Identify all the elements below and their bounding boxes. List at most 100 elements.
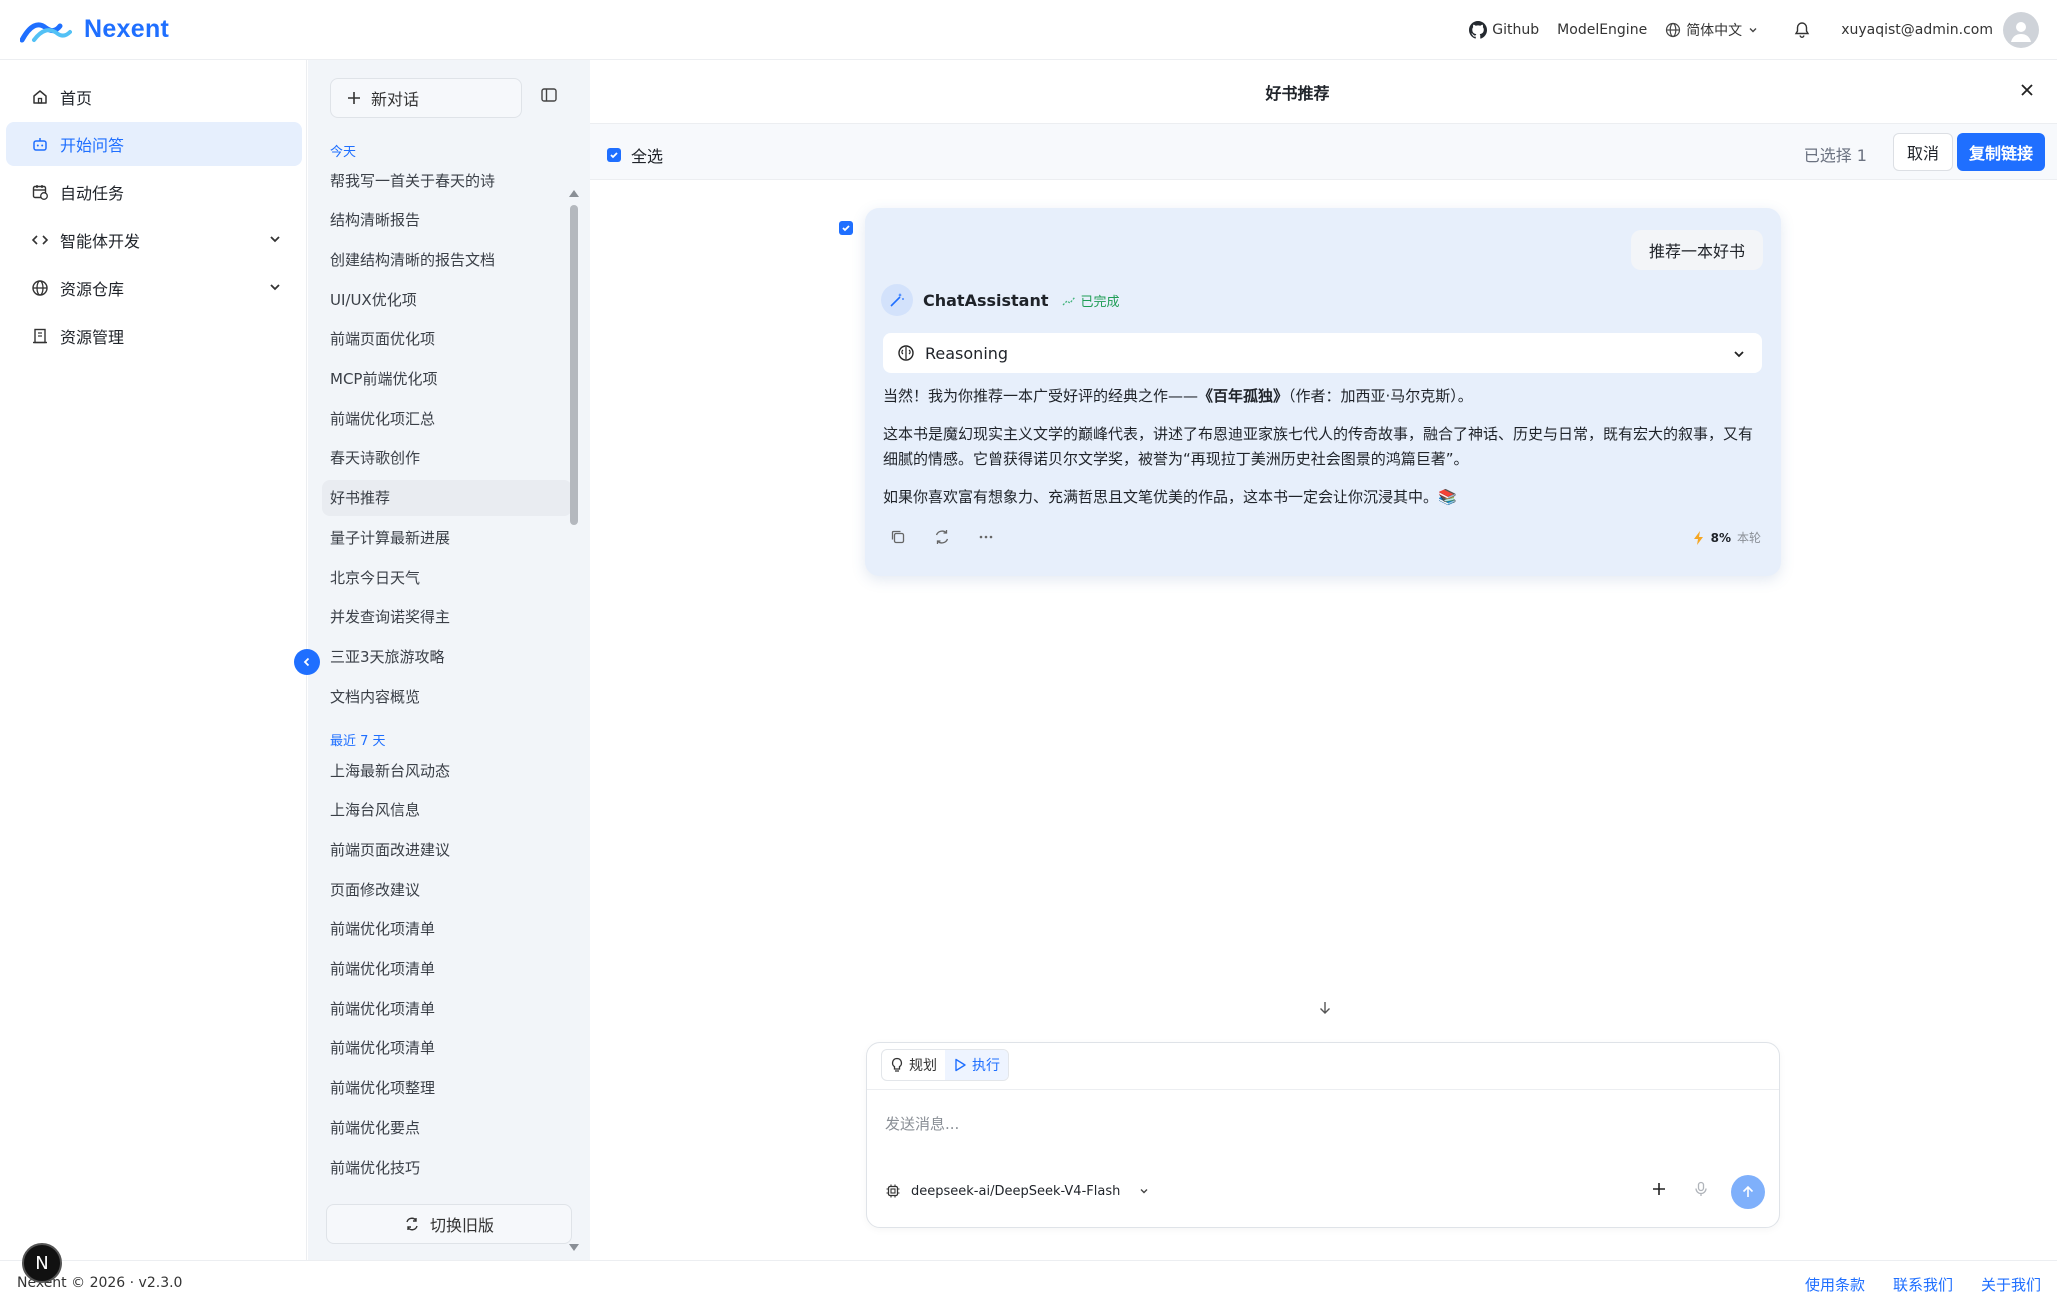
- top-bar: Nexent Github ModelEngine 简体中文 xuyaqist@: [0, 0, 2057, 60]
- scroll-to-bottom-button[interactable]: [1317, 1000, 1333, 1016]
- history-item[interactable]: 文档内容概览: [322, 678, 572, 714]
- history-item[interactable]: 前端优化项汇总: [322, 400, 572, 436]
- copy-link-button[interactable]: 复制链接: [1957, 133, 2045, 171]
- code-icon: [30, 230, 50, 250]
- footer-link-contact[interactable]: 联系我们: [1893, 1274, 1953, 1295]
- voice-input-button[interactable]: [1693, 1181, 1709, 1197]
- sidebar-item-resources[interactable]: 资源管理: [6, 314, 302, 358]
- history-item[interactable]: 前端优化项清单: [322, 911, 572, 947]
- language-select[interactable]: 简体中文: [1665, 20, 1759, 40]
- divider: [867, 1089, 1779, 1090]
- history-item[interactable]: 三亚3天旅游攻略: [322, 638, 572, 674]
- history-item[interactable]: UI/UX优化项: [322, 281, 572, 317]
- logo[interactable]: Nexent: [20, 14, 169, 44]
- sidebar-item-home[interactable]: 首页: [6, 75, 302, 119]
- attach-button[interactable]: [1651, 1181, 1667, 1197]
- history-item[interactable]: 帮我写一首关于春天的诗: [322, 162, 572, 198]
- sidebar-item-label: 资源管理: [60, 328, 125, 347]
- magic-wand-icon: [881, 284, 913, 316]
- close-button[interactable]: [2019, 82, 2035, 98]
- github-icon: [1469, 21, 1488, 39]
- reasoning-label: Reasoning: [925, 343, 1009, 363]
- history-item[interactable]: 结构清晰报告: [322, 202, 572, 238]
- history-item[interactable]: 前端页面改进建议: [322, 831, 572, 867]
- chevron-down-icon: [1732, 347, 1746, 361]
- mode-plan-label: 规划: [909, 1058, 937, 1074]
- model-selector[interactable]: deepseek-ai/DeepSeek-V4-Flash: [885, 1183, 1150, 1199]
- bot-icon: [30, 134, 50, 154]
- dev-badge[interactable]: N: [22, 1243, 62, 1283]
- footer-link-about[interactable]: 关于我们: [1981, 1274, 2041, 1295]
- user-email[interactable]: xuyaqist@admin.com: [1841, 22, 1993, 38]
- lightning-icon: [1693, 530, 1705, 545]
- conversation-history-panel: 新对话 今天 帮我写一首关于春天的诗 结构清晰报告 创建结构清晰的报告文档 UI/UX…: [308, 60, 590, 1260]
- history-item[interactable]: 页面修改建议: [322, 871, 572, 907]
- select-all-checkbox[interactable]: 全选: [607, 143, 663, 167]
- github-link[interactable]: Github: [1469, 21, 1539, 39]
- reasoning-collapse[interactable]: Reasoning: [883, 333, 1762, 373]
- answer-paragraph: 当然！我为你推荐一本广受好评的经典之作——《百年孤独》（作者：加西亚·马尔克斯）…: [883, 384, 1763, 409]
- chip-icon: [885, 1183, 901, 1199]
- history-item[interactable]: 前端优化项清单: [322, 1030, 572, 1066]
- assistant-name: ChatAssistant: [923, 290, 1049, 310]
- sidebar-item-repository[interactable]: 资源仓库: [6, 266, 302, 310]
- mode-switch: 规划 执行: [881, 1049, 1009, 1081]
- history-item[interactable]: 创建结构清晰的报告文档: [322, 241, 572, 277]
- token-usage: 8% 本轮: [1693, 529, 1761, 546]
- history-item[interactable]: 好书推荐: [322, 479, 572, 516]
- message-card: 推荐一本好书 ChatAssistant 已完成 Reasoning 当然！我为…: [865, 208, 1781, 576]
- history-item[interactable]: 前端优化项清单: [322, 990, 572, 1026]
- footer-link-terms[interactable]: 使用条款: [1805, 1274, 1865, 1295]
- message-checkbox[interactable]: [839, 221, 853, 235]
- mode-execute-label: 执行: [972, 1058, 1000, 1074]
- history-item[interactable]: 量子计算最新进展: [322, 519, 572, 555]
- switch-old-label: 切换旧版: [429, 1216, 494, 1235]
- sidebar-item-tasks[interactable]: 自动任务: [6, 170, 302, 214]
- assistant-header: ChatAssistant 已完成: [881, 284, 1120, 316]
- history-item[interactable]: 北京今日天气: [322, 559, 572, 595]
- collapse-sidebar-button[interactable]: [294, 649, 320, 675]
- sparkle-chart-icon: [1061, 292, 1077, 308]
- chat-main: 好书推荐 全选 已选择 1 取消 复制链接 推荐一本好书 ChatAssista…: [590, 60, 2057, 1260]
- avatar[interactable]: [2003, 12, 2039, 48]
- message-input[interactable]: 发送消息...: [885, 1113, 959, 1134]
- lightbulb-icon: [890, 1057, 904, 1073]
- plus-icon: [347, 91, 361, 105]
- more-icon[interactable]: [977, 528, 995, 546]
- panel-toggle-button[interactable]: [540, 86, 558, 104]
- history-item[interactable]: 上海最新台风动态: [322, 752, 572, 788]
- mode-execute-button[interactable]: 执行: [945, 1050, 1008, 1080]
- chevron-down-icon: [1138, 1185, 1150, 1197]
- answer-paragraph: 这本书是魔幻现实主义文学的巅峰代表，讲述了布恩迪亚家族七代人的传奇故事，融合了神…: [883, 425, 1754, 468]
- switch-old-version-button[interactable]: 切换旧版: [326, 1204, 572, 1244]
- regenerate-icon[interactable]: [933, 528, 951, 546]
- history-item[interactable]: 并发查询诺奖得主: [322, 599, 572, 635]
- brain-icon: [897, 344, 915, 362]
- copy-icon[interactable]: [889, 528, 907, 546]
- history-item[interactable]: MCP前端优化项: [322, 361, 572, 397]
- selected-count: 已选择 1: [1803, 146, 1867, 165]
- history-item[interactable]: 前端优化要点: [322, 1109, 572, 1145]
- cancel-button[interactable]: 取消: [1893, 133, 1953, 171]
- sidebar-item-chat[interactable]: 开始问答: [6, 122, 302, 166]
- sidebar-item-agent-dev[interactable]: 智能体开发: [6, 218, 302, 262]
- history-item[interactable]: 前端优化技巧: [322, 1149, 572, 1185]
- history-item[interactable]: 前端优化项清单: [322, 951, 572, 987]
- notification-button[interactable]: [1793, 21, 1811, 39]
- section-today: 今天: [330, 145, 357, 160]
- history-item[interactable]: 上海台风信息: [322, 792, 572, 828]
- scroll-up-arrow[interactable]: [569, 190, 579, 197]
- modelengine-link[interactable]: ModelEngine: [1557, 22, 1647, 38]
- history-item[interactable]: 前端页面优化项: [322, 321, 572, 357]
- new-chat-button[interactable]: 新对话: [330, 78, 522, 118]
- scroll-down-arrow[interactable]: [569, 1244, 579, 1251]
- logo-text: Nexent: [84, 14, 170, 43]
- send-button[interactable]: [1731, 1175, 1765, 1209]
- history-item[interactable]: 前端优化项整理: [322, 1070, 572, 1106]
- language-label: 简体中文: [1686, 23, 1743, 39]
- mode-plan-button[interactable]: 规划: [882, 1050, 945, 1080]
- history-item[interactable]: 春天诗歌创作: [322, 440, 572, 476]
- answer-paragraph: 如果你喜欢富有想象力、充满哲思且文笔优美的作品，这本书一定会让你沉浸其中。📚: [883, 488, 1457, 506]
- modelengine-label: ModelEngine: [1557, 22, 1648, 38]
- scrollbar-thumb[interactable]: [570, 205, 578, 525]
